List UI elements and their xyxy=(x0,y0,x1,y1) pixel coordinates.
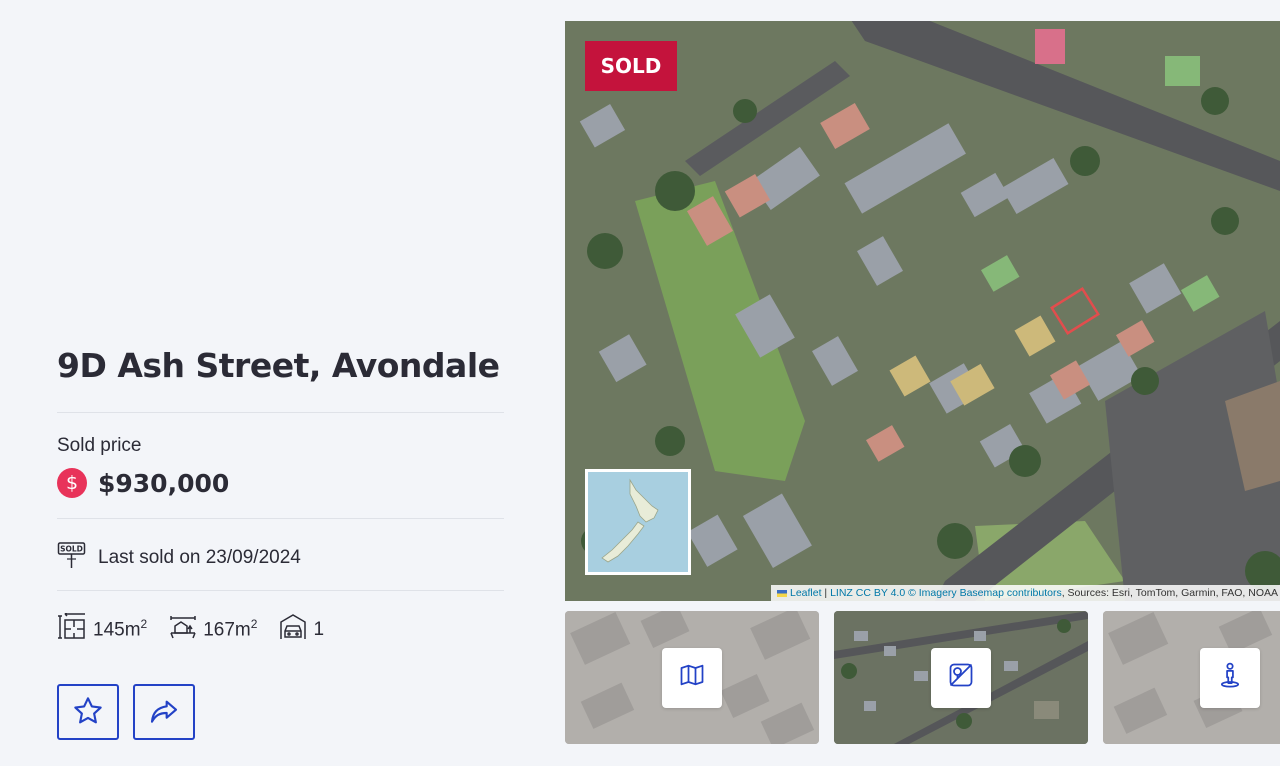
last-sold-row: SOLD Last sold on 23/09/2024 xyxy=(57,541,301,574)
nz-overview-inset-map[interactable] xyxy=(585,469,691,575)
property-address: 9D Ash Street, Avondale xyxy=(57,346,500,385)
satellite-view-button[interactable] xyxy=(931,647,991,708)
last-sold-date: Last sold on 23/09/2024 xyxy=(98,546,301,568)
street-view-thumbnail[interactable] xyxy=(1103,611,1280,744)
star-icon xyxy=(72,695,104,730)
linz-attribution-link[interactable]: LINZ CC BY 4.0 © Imagery Basemap contrib… xyxy=(830,587,1062,599)
sold-sign-icon: SOLD xyxy=(57,541,86,574)
divider xyxy=(57,590,504,591)
floor-area-icon xyxy=(57,611,87,646)
land-area-value: 167m2 xyxy=(203,617,258,641)
garage-count: 1 xyxy=(313,618,325,640)
floor-area-feature: 145m2 xyxy=(57,611,148,646)
land-area-icon xyxy=(169,613,197,646)
street-view-icon xyxy=(1216,661,1244,694)
map-attribution: Leaflet | LINZ CC BY 4.0 © Imagery Basem… xyxy=(771,585,1280,601)
sold-badge: SOLD xyxy=(585,41,677,91)
map-view-thumbnail[interactable] xyxy=(565,611,819,744)
street-view-button[interactable] xyxy=(1200,647,1260,708)
divider xyxy=(57,518,504,519)
land-area-feature: 167m2 xyxy=(169,613,257,646)
share-button[interactable] xyxy=(133,684,195,740)
property-features: 145m2 167m2 1 xyxy=(57,611,346,646)
map-icon xyxy=(678,661,706,694)
garage-icon xyxy=(279,613,307,646)
divider xyxy=(57,412,504,413)
svg-text:SOLD: SOLD xyxy=(60,545,83,554)
sold-price-label: Sold price xyxy=(57,435,142,456)
satellite-view-thumbnail[interactable] xyxy=(834,611,1088,744)
map-view-button[interactable] xyxy=(662,647,722,708)
ukraine-flag-icon xyxy=(777,589,788,597)
property-details-panel: 9D Ash Street, Avondale Sold price $ $93… xyxy=(57,0,504,766)
sold-price-value: $930,000 xyxy=(98,468,230,498)
share-arrow-icon xyxy=(148,695,180,730)
leaflet-link[interactable]: Leaflet xyxy=(790,587,822,599)
sold-price-row: $ $930,000 xyxy=(57,468,229,498)
dollar-icon: $ xyxy=(57,468,87,498)
satellite-icon xyxy=(947,661,975,694)
floor-area-value: 145m2 xyxy=(93,617,148,641)
garage-feature: 1 xyxy=(279,613,324,646)
favourite-button[interactable] xyxy=(57,684,119,740)
satellite-map[interactable]: SOLD Leaflet | LINZ CC BY 4.0 © Imagery … xyxy=(565,21,1280,601)
